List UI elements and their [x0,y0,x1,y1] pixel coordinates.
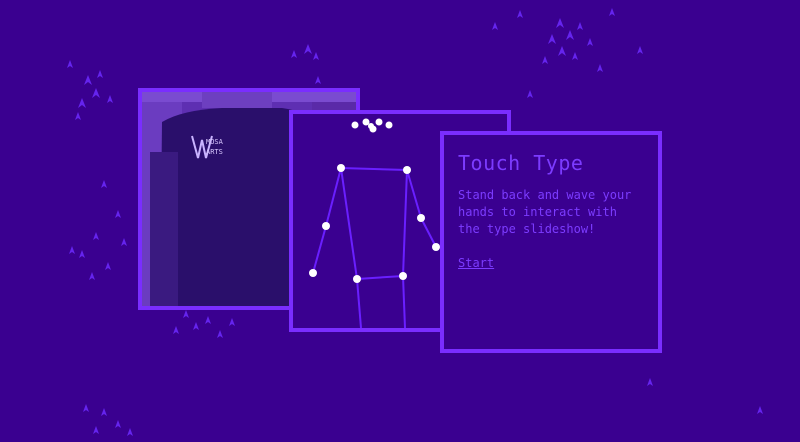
start-link[interactable]: Start [458,256,494,270]
description-text: Stand back and wave your hands to intera… [458,188,632,236]
svg-text:MOSA: MOSA [206,138,224,146]
page-title: Touch Type [458,151,584,175]
svg-text:ARTS: ARTS [206,148,223,156]
info-card: Touch Type Stand back and wave your hand… [440,131,662,353]
